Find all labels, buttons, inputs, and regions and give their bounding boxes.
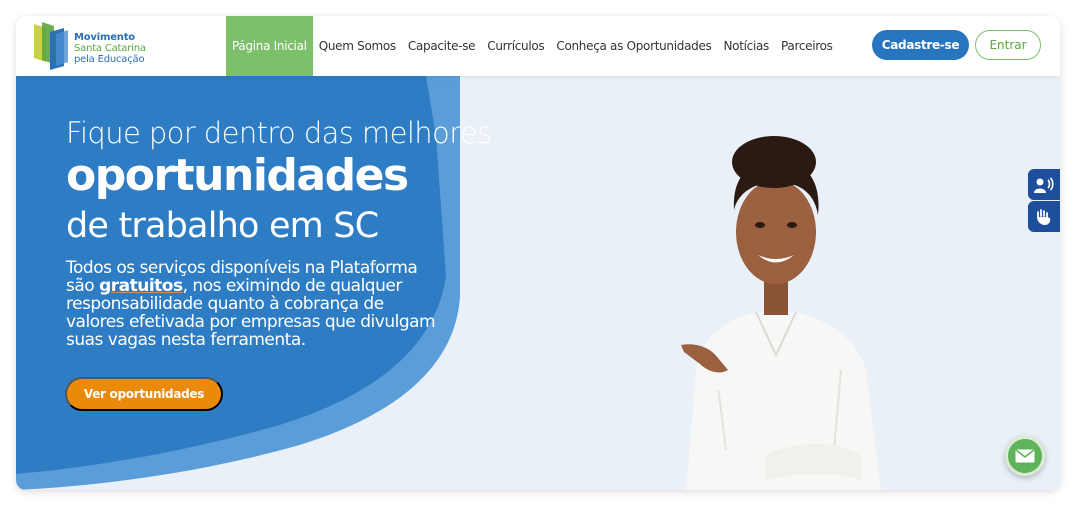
hero-person-image — [681, 136, 881, 490]
hero-title-line-2: oportunidades — [66, 150, 409, 201]
hero-title-line-3: de trabalho em SC — [66, 206, 379, 246]
nav-item-oportunidades[interactable]: Conheça as Oportunidades — [550, 16, 717, 76]
ver-oportunidades-button[interactable]: Ver oportunidades — [65, 377, 223, 411]
nav-item-quem-somos[interactable]: Quem Somos — [313, 16, 402, 76]
sign-language-icon — [1037, 208, 1051, 225]
main-nav: Página Inicial Quem Somos Capacite-se Cu… — [226, 16, 839, 76]
hero-title-line-1: Fique por dentro das melhores — [66, 116, 492, 150]
audio-description-icon — [1034, 176, 1054, 193]
audio-description-button[interactable] — [1028, 169, 1060, 200]
hero-description: Todos os serviços disponíveis na Platafo… — [66, 259, 438, 349]
page-card: Movimento Santa Catarina pela Educação P… — [16, 16, 1060, 490]
logo-text: Movimento Santa Catarina pela Educação — [74, 32, 146, 65]
sign-language-button[interactable] — [1028, 201, 1060, 232]
logo-line-2: Santa Catarina — [74, 43, 146, 54]
logo-mark-icon — [34, 22, 68, 70]
logo-line-1: Movimento — [74, 32, 135, 43]
cadastre-se-button[interactable]: Cadastre-se — [872, 30, 969, 60]
nav-item-noticias[interactable]: Notícias — [718, 16, 776, 76]
hero-desc-highlight: gratuitos — [99, 276, 183, 296]
logo-line-3: pela Educação — [74, 54, 145, 65]
site-header: Movimento Santa Catarina pela Educação P… — [16, 16, 1060, 76]
nav-item-pagina-inicial[interactable]: Página Inicial — [226, 16, 313, 76]
nav-item-parceiros[interactable]: Parceiros — [775, 16, 839, 76]
entrar-button[interactable]: Entrar — [975, 30, 1041, 60]
mail-icon — [1015, 449, 1035, 463]
site-logo[interactable]: Movimento Santa Catarina pela Educação — [32, 18, 162, 74]
nav-item-curriculos[interactable]: Currículos — [481, 16, 550, 76]
nav-item-capacite-se[interactable]: Capacite-se — [402, 16, 481, 76]
contact-mail-button[interactable] — [1005, 436, 1045, 476]
